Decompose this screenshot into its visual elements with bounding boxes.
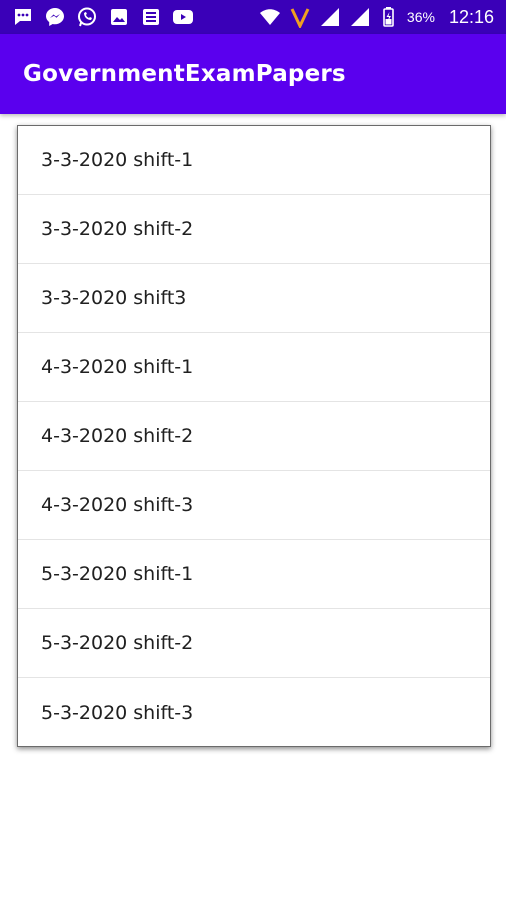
app-bar: GovernmentExamPapers — [0, 34, 506, 114]
list-item-label: 5-3-2020 shift-1 — [41, 563, 194, 585]
list-item[interactable]: 4-3-2020 shift-2 — [18, 402, 490, 471]
list-item-label: 3-3-2020 shift3 — [41, 287, 187, 309]
clock: 12:16 — [448, 6, 494, 27]
list-item[interactable]: 5-3-2020 shift-1 — [18, 540, 490, 609]
notification-icons — [12, 6, 194, 28]
exam-paper-list: 3-3-2020 shift-1 3-3-2020 shift-2 3-3-20… — [17, 125, 491, 747]
app-title: GovernmentExamPapers — [23, 61, 346, 87]
battery-percentage: 36% — [406, 9, 435, 25]
list-item-label: 4-3-2020 shift-2 — [41, 425, 194, 447]
list-item[interactable]: 5-3-2020 shift-3 — [18, 678, 490, 747]
gallery-icon — [108, 6, 130, 28]
status-bar: 36% 12:16 — [0, 0, 506, 34]
list-item-label: 4-3-2020 shift-1 — [41, 356, 194, 378]
whatsapp-icon — [76, 6, 98, 28]
list-item[interactable]: 3-3-2020 shift3 — [18, 264, 490, 333]
messages-icon — [12, 6, 34, 28]
list-item[interactable]: 5-3-2020 shift-2 — [18, 609, 490, 678]
list-item-label: 3-3-2020 shift-2 — [41, 218, 194, 240]
signal-icon — [349, 6, 371, 28]
signal-icon — [319, 6, 341, 28]
list-item[interactable]: 3-3-2020 shift-1 — [18, 126, 490, 195]
list-item-label: 3-3-2020 shift-1 — [41, 149, 194, 171]
system-icons: 36% 12:16 — [259, 6, 494, 28]
wifi-icon — [259, 6, 281, 28]
list-item-label: 5-3-2020 shift-2 — [41, 632, 194, 654]
v-app-icon — [289, 6, 311, 28]
news-icon — [140, 6, 162, 28]
list-item[interactable]: 4-3-2020 shift-1 — [18, 333, 490, 402]
battery-icon — [379, 6, 401, 28]
youtube-icon — [172, 6, 194, 28]
list-item[interactable]: 3-3-2020 shift-2 — [18, 195, 490, 264]
list-item-label: 5-3-2020 shift-3 — [41, 701, 194, 724]
messenger-icon — [44, 6, 66, 28]
list-item-label: 4-3-2020 shift-3 — [41, 494, 194, 516]
list-item[interactable]: 4-3-2020 shift-3 — [18, 471, 490, 540]
